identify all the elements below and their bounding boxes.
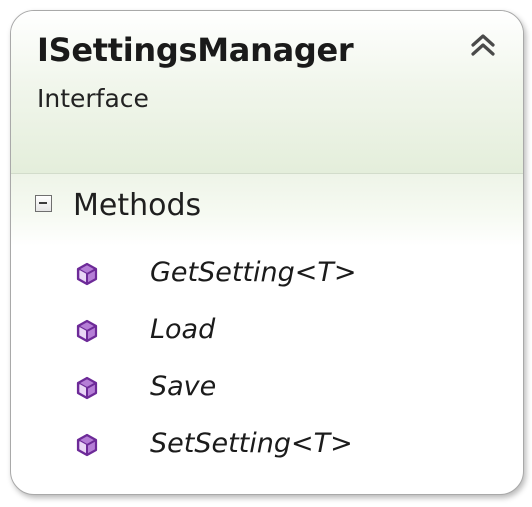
method-cube-icon bbox=[75, 433, 99, 457]
interface-box[interactable]: ISettingsManager Interface Methods GetSe… bbox=[10, 10, 524, 495]
method-cube-icon bbox=[75, 376, 99, 400]
method-item[interactable]: GetSetting<T> bbox=[11, 250, 523, 307]
method-item[interactable]: SetSetting<T> bbox=[11, 421, 523, 478]
method-name: GetSetting<T> bbox=[150, 257, 357, 288]
interface-kind: Interface bbox=[37, 84, 149, 113]
methods-section-label: Methods bbox=[73, 188, 202, 223]
method-name: SetSetting<T> bbox=[150, 428, 353, 459]
methods-list: GetSetting<T> Load Save SetSetting<T> bbox=[11, 250, 523, 478]
methods-section-header: Methods bbox=[11, 174, 523, 246]
method-item[interactable]: Load bbox=[11, 307, 523, 364]
interface-header: ISettingsManager Interface bbox=[11, 11, 523, 174]
method-cube-icon bbox=[75, 319, 99, 343]
minus-box-icon[interactable] bbox=[35, 195, 52, 212]
method-cube-icon bbox=[75, 262, 99, 286]
double-chevron-up-icon[interactable] bbox=[467, 29, 499, 61]
interface-name: ISettingsManager bbox=[37, 31, 354, 69]
method-name: Save bbox=[150, 371, 217, 402]
method-item[interactable]: Save bbox=[11, 364, 523, 421]
method-name: Load bbox=[150, 314, 216, 345]
